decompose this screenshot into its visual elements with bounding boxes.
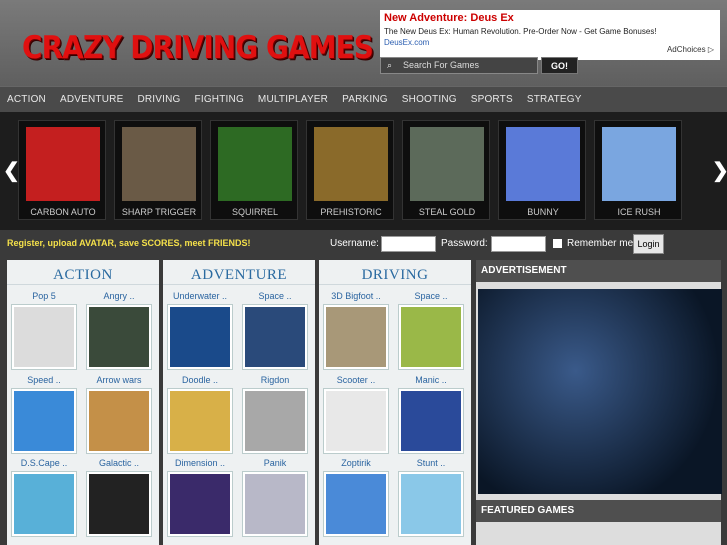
nav-item-strategy[interactable]: STRATEGY xyxy=(527,87,582,112)
search-icon: ⌕ xyxy=(387,60,393,70)
ad-description: The New Deus Ex: Human Revolution. Pre-O… xyxy=(384,27,657,36)
category-column-driving: DRIVING 3D Bigfoot .. Space .. Scooter .… xyxy=(319,260,471,545)
game-thumbnail[interactable] xyxy=(398,388,464,454)
register-promo[interactable]: Register, upload AVATAR, save SCORES, me… xyxy=(7,238,251,248)
game-thumbnail[interactable] xyxy=(323,304,389,370)
game-thumbnail[interactable] xyxy=(11,471,77,537)
category-column-adventure: ADVENTURE Underwater .. Space .. Doodle … xyxy=(163,260,315,545)
column-title[interactable]: DRIVING xyxy=(319,260,471,285)
game-thumbnail[interactable] xyxy=(323,471,389,537)
game-link[interactable]: Panik xyxy=(242,458,308,468)
game-link[interactable]: D.S.Cape .. xyxy=(11,458,77,468)
game-link[interactable]: Dimension .. xyxy=(167,458,233,468)
column-title[interactable]: ACTION xyxy=(7,260,159,285)
text-ad-banner[interactable]: New Adventure: Deus Ex The New Deus Ex: … xyxy=(380,10,720,60)
game-link[interactable]: Pop 5 xyxy=(11,291,77,301)
game-thumbnail xyxy=(506,127,580,201)
game-link[interactable]: Rigdon xyxy=(242,375,308,385)
carousel-next-icon[interactable]: ❯ xyxy=(712,158,727,183)
search-input[interactable]: ⌕ Search For Games xyxy=(380,57,538,74)
nav-item-sports[interactable]: SPORTS xyxy=(471,87,513,112)
carousel-item[interactable]: PREHISTORIC xyxy=(306,120,394,220)
game-link[interactable]: Arrow wars xyxy=(86,375,152,385)
nav-item-parking[interactable]: PARKING xyxy=(342,87,388,112)
nav-item-driving[interactable]: DRIVING xyxy=(137,87,180,112)
carousel-item-label: ICE RUSH xyxy=(617,207,661,217)
login-bar: Register, upload AVATAR, save SCORES, me… xyxy=(0,230,727,258)
search-placeholder: Search For Games xyxy=(403,60,480,70)
game-thumbnail[interactable] xyxy=(398,304,464,370)
game-thumbnail[interactable] xyxy=(11,388,77,454)
advertisement-heading: ADVERTISEMENT xyxy=(476,260,721,282)
carousel-item[interactable]: BUNNY xyxy=(498,120,586,220)
game-thumbnail[interactable] xyxy=(398,471,464,537)
password-label: Password: xyxy=(441,238,488,249)
game-thumbnail xyxy=(122,127,196,201)
game-link[interactable]: Speed .. xyxy=(11,375,77,385)
game-thumbnail[interactable] xyxy=(167,388,233,454)
carousel-item[interactable]: CARBON AUTO xyxy=(18,120,106,220)
carousel-item[interactable]: STEAL GOLD xyxy=(402,120,490,220)
carousel-item[interactable]: SQUIRREL xyxy=(210,120,298,220)
remember-me-checkbox[interactable] xyxy=(553,239,562,248)
carousel-item-label: PREHISTORIC xyxy=(320,207,382,217)
game-thumbnail xyxy=(410,127,484,201)
category-column-action: ACTION Pop 5 Angry .. Speed .. Arrow war… xyxy=(7,260,159,545)
nav-item-multiplayer[interactable]: MULTIPLAYER xyxy=(258,87,328,112)
adchoices-link[interactable]: AdChoices ▷ xyxy=(667,45,714,54)
game-link[interactable]: Stunt .. xyxy=(398,458,464,468)
game-thumbnail xyxy=(314,127,388,201)
game-thumbnail[interactable] xyxy=(86,471,152,537)
game-thumbnail[interactable] xyxy=(242,471,308,537)
ad-title[interactable]: New Adventure: Deus Ex xyxy=(384,12,716,24)
carousel-item-label: SHARP TRIGGER xyxy=(121,207,197,217)
remember-me-label: Remember me xyxy=(567,238,634,249)
game-link[interactable]: Manic .. xyxy=(398,375,464,385)
game-link[interactable]: Doodle .. xyxy=(167,375,233,385)
game-link[interactable]: 3D Bigfoot .. xyxy=(323,291,389,301)
go-button[interactable]: GO! xyxy=(541,57,578,74)
username-label: Username: xyxy=(330,238,379,249)
advertisement-banner-image[interactable] xyxy=(478,289,722,494)
game-thumbnail[interactable] xyxy=(323,388,389,454)
game-link[interactable]: Space .. xyxy=(242,291,308,301)
nav-item-shooting[interactable]: SHOOTING xyxy=(402,87,457,112)
game-thumbnail[interactable] xyxy=(167,304,233,370)
game-thumbnail xyxy=(26,127,100,201)
game-link[interactable]: Zoptirik xyxy=(323,458,389,468)
site-header: CRAZY DRIVING GAMES New Adventure: Deus … xyxy=(0,0,727,86)
game-thumbnail[interactable] xyxy=(86,388,152,454)
game-link[interactable]: Angry .. xyxy=(86,291,152,301)
carousel-item-label: STEAL GOLD xyxy=(418,207,476,217)
game-thumbnail[interactable] xyxy=(242,388,308,454)
game-thumbnail[interactable] xyxy=(86,304,152,370)
username-field[interactable] xyxy=(381,236,436,252)
carousel-item[interactable]: SHARP TRIGGER xyxy=(114,120,202,220)
column-title[interactable]: ADVENTURE xyxy=(163,260,315,285)
game-link[interactable]: Scooter .. xyxy=(323,375,389,385)
carousel-item-label: CARBON AUTO xyxy=(30,207,96,217)
category-nav: ACTION ADVENTURE DRIVING FIGHTING MULTIP… xyxy=(0,86,727,112)
carousel-item-label: BUNNY xyxy=(527,207,559,217)
featured-games-heading: FEATURED GAMES xyxy=(476,500,721,522)
nav-item-fighting[interactable]: FIGHTING xyxy=(195,87,244,112)
site-logo[interactable]: CRAZY DRIVING GAMES xyxy=(22,30,374,66)
featured-carousel: ❮ ❯ CARBON AUTO SHARP TRIGGER SQUIRREL P… xyxy=(0,112,727,230)
game-thumbnail xyxy=(218,127,292,201)
password-field[interactable] xyxy=(491,236,546,252)
game-thumbnail[interactable] xyxy=(242,304,308,370)
nav-item-action[interactable]: ACTION xyxy=(7,87,46,112)
nav-item-adventure[interactable]: ADVENTURE xyxy=(60,87,123,112)
carousel-item-label: SQUIRREL xyxy=(231,207,278,217)
game-thumbnail xyxy=(602,127,676,201)
game-thumbnail[interactable] xyxy=(167,471,233,537)
game-link[interactable]: Underwater .. xyxy=(167,291,233,301)
carousel-item[interactable]: ICE RUSH xyxy=(594,120,682,220)
game-link[interactable]: Galactic .. xyxy=(86,458,152,468)
game-thumbnail[interactable] xyxy=(11,304,77,370)
game-link[interactable]: Space .. xyxy=(398,291,464,301)
login-button[interactable]: Login xyxy=(633,234,664,254)
